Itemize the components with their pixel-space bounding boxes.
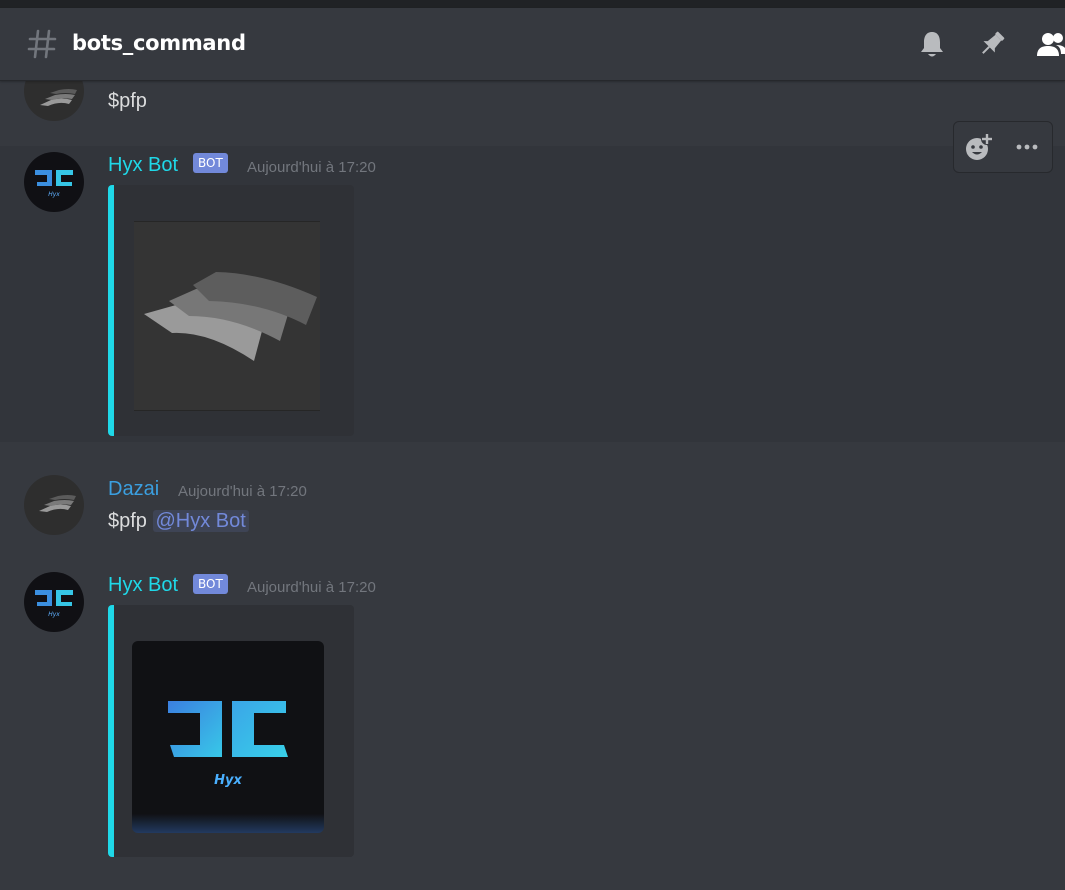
username[interactable]: Hyx Bot [108,154,178,177]
message-bot-hovered[interactable]: Hyx Hyx Bot BOT Aujourd'hui à 17:20 [0,146,1065,442]
bot-badge: BOT [193,153,228,173]
username[interactable]: Dazai [108,478,159,501]
message-hover-toolbar [953,121,1053,173]
bell-icon[interactable] [916,28,948,60]
chat-messages[interactable]: $pfp Hyx Hyx Bot BOT Aujourd'hui à 17:20 [0,81,1065,890]
message-text: $pfp [108,510,147,532]
embed [108,185,354,436]
timestamp: Aujourd'hui à 17:20 [247,159,376,176]
avatar[interactable] [24,475,84,535]
user-mention[interactable]: @Hyx Bot [152,510,249,532]
hash-icon [26,28,58,60]
username[interactable]: Hyx Bot [108,574,178,597]
add-reaction-icon[interactable] [963,131,995,163]
message-bot[interactable]: Hyx Hyx Bot BOT Aujourd'hui à 17:20 Hyx [0,561,1065,871]
window-top-strip [0,0,1065,8]
message-continuation[interactable]: $pfp [0,81,1065,145]
message-content: $pfp @Hyx Bot [108,510,249,533]
timestamp: Aujourd'hui à 17:20 [247,579,376,596]
message-user[interactable]: Dazai Aujourd'hui à 17:20 $pfp @Hyx Bot [0,461,1065,551]
avatar[interactable] [24,81,84,121]
members-icon[interactable] [1036,28,1065,60]
embed-image[interactable]: Hyx [132,641,324,833]
pin-icon[interactable] [976,28,1008,60]
more-icon[interactable] [1011,131,1043,163]
channel-header: bots_command [0,8,1065,81]
bot-badge: BOT [193,574,228,594]
embed-logo-text: Hyx [214,773,242,788]
avatar[interactable]: Hyx [24,152,84,212]
message-content: $pfp [108,90,147,112]
channel-name: bots_command [72,31,246,55]
embed: Hyx [108,605,354,857]
svg-text:Hyx: Hyx [48,611,60,618]
svg-text:Hyx: Hyx [48,191,60,198]
avatar[interactable]: Hyx [24,572,84,632]
timestamp: Aujourd'hui à 17:20 [178,483,307,500]
embed-image[interactable] [134,221,320,411]
